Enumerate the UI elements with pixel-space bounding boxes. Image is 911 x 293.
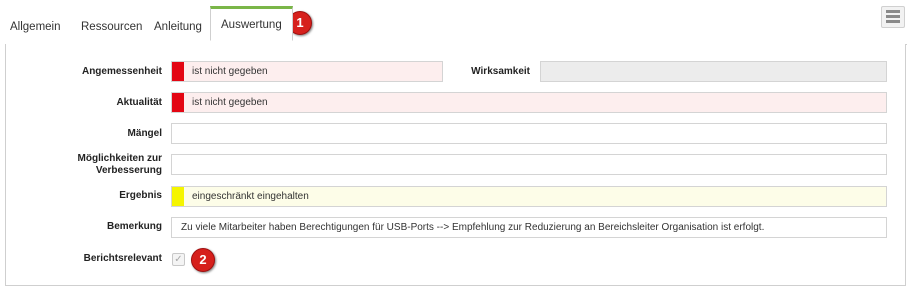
tab-auswertung[interactable]: Auswertung (210, 6, 293, 41)
status-color-red (172, 62, 184, 81)
berichtsrelevant-label: Berichtsrelevant (83, 253, 162, 264)
moeglichkeiten-label-line2: Verbesserung (95, 165, 162, 176)
angemessenheit-field[interactable]: ist nicht gegeben (171, 61, 443, 82)
ergebnis-label: Ergebnis (119, 190, 162, 201)
callout-marker-2: 2 (191, 248, 215, 272)
angemessenheit-label: Angemessenheit (81, 66, 162, 77)
maengel-field[interactable] (171, 123, 887, 144)
berichtsrelevant-checkbox[interactable]: ✓ (172, 253, 185, 266)
moeglichkeiten-label: Möglichkeiten zur Verbesserung (40, 153, 162, 177)
ergebnis-value: eingeschränkt eingehalten (192, 191, 309, 202)
aktualitaet-value: ist nicht gegeben (192, 97, 268, 108)
moeglichkeiten-label-line1: Möglichkeiten zur (77, 153, 162, 164)
bemerkung-value: Zu viele Mitarbeiter haben Berechtigunge… (181, 222, 765, 233)
status-color-yellow (172, 187, 184, 206)
ergebnis-field[interactable]: eingeschränkt eingehalten (171, 186, 887, 207)
maengel-label: Mängel (127, 128, 162, 139)
status-color-red (172, 93, 184, 112)
angemessenheit-value: ist nicht gegeben (192, 66, 268, 77)
bemerkung-field[interactable]: Zu viele Mitarbeiter haben Berechtigunge… (171, 217, 887, 238)
menu-icon[interactable] (881, 6, 905, 28)
moeglichkeiten-field[interactable] (171, 154, 887, 175)
bemerkung-label: Bemerkung (106, 221, 162, 232)
aktualitaet-field[interactable]: ist nicht gegeben (171, 92, 887, 113)
tab-allgemein[interactable]: Allgemein (10, 10, 61, 44)
wirksamkeit-field[interactable] (540, 61, 887, 82)
tab-anleitung[interactable]: Anleitung (154, 10, 202, 44)
tab-ressourcen[interactable]: Ressourcen (81, 10, 142, 44)
wirksamkeit-label: Wirksamkeit (471, 66, 530, 77)
aktualitaet-label: Aktualität (116, 97, 162, 108)
